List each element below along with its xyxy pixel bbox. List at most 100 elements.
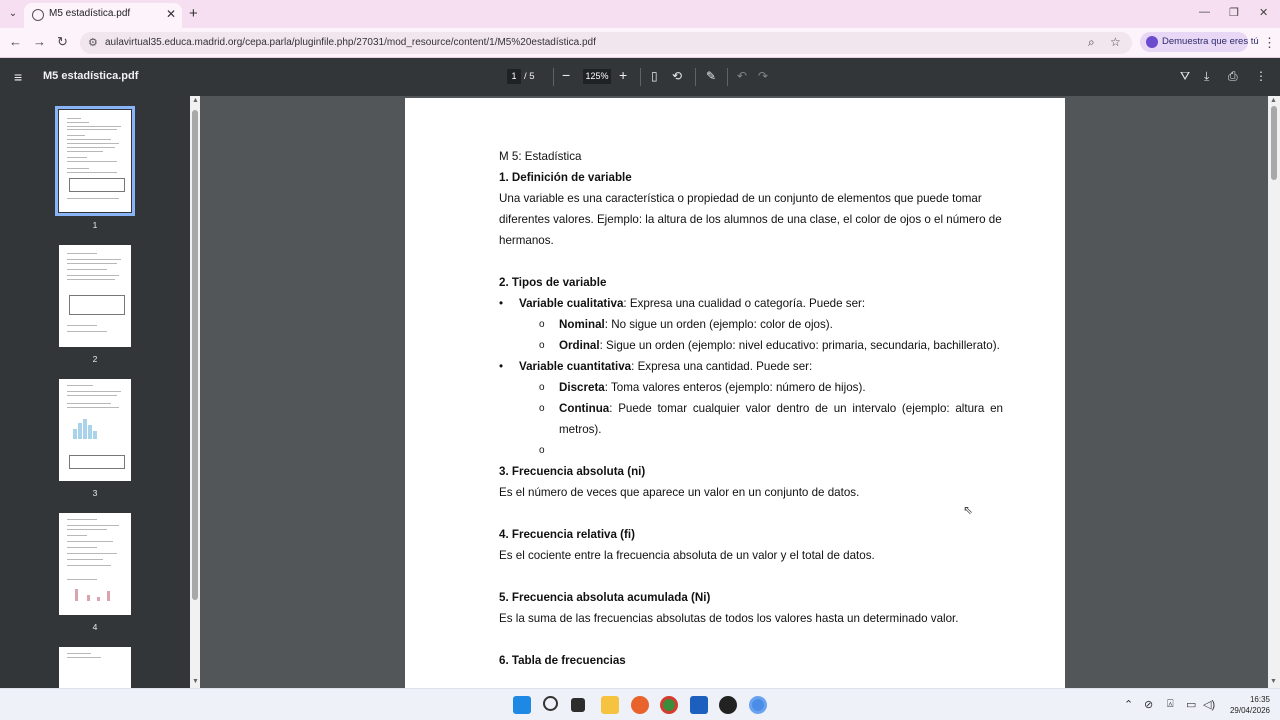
search-icon[interactable] xyxy=(543,696,558,711)
firefox-icon[interactable] xyxy=(631,696,649,714)
thumb-line xyxy=(67,198,119,199)
zoom-input[interactable]: 125% xyxy=(583,69,611,84)
microphone-icon[interactable]: ⍓ xyxy=(1167,698,1174,711)
window-close-icon[interactable]: ✕ xyxy=(1259,6,1268,19)
pdf-toolbar: ≡ M5 estadística.pdf 1 / 5 − 125% + ▯ ⟲ … xyxy=(0,58,1280,96)
display-icon[interactable]: ▭ xyxy=(1186,698,1196,711)
obs-icon[interactable] xyxy=(719,696,737,714)
thumb-line xyxy=(67,579,97,580)
address-bar[interactable]: ⚙ aulavirtual35.educa.madrid.org/cepa.pa… xyxy=(80,32,1132,54)
page-thumbnail-3[interactable] xyxy=(59,379,131,481)
sub-list-item: Discreta: Toma valores enteros (ejemplo:… xyxy=(499,377,1003,398)
thumb-line xyxy=(67,168,89,169)
more-vert-icon[interactable]: ⋮ xyxy=(1255,69,1267,83)
thumbnail-label: 3 xyxy=(92,488,98,498)
undo-icon[interactable]: ↶ xyxy=(737,69,747,83)
section-text: Una variable es una característica o pro… xyxy=(499,192,1002,247)
word-icon[interactable] xyxy=(690,696,708,714)
page-number-input[interactable]: 1 xyxy=(507,69,521,84)
star-icon[interactable]: ☆ xyxy=(1110,35,1121,49)
pdf-favicon-icon xyxy=(32,9,44,21)
sidebar-scrollbar[interactable]: ▲ ▼ xyxy=(190,96,200,688)
drive-icon[interactable]: ⛛ xyxy=(1180,69,1190,84)
hamburger-menu-icon[interactable]: ≡ xyxy=(14,69,22,85)
chrome-active-icon[interactable] xyxy=(749,696,767,714)
browser-toolbar: ← → ↻ ⚙ aulavirtual35.educa.madrid.org/c… xyxy=(0,28,1280,58)
thumb-bar xyxy=(93,431,97,439)
divider xyxy=(695,68,696,86)
zoom-out-icon[interactable]: − xyxy=(562,67,570,83)
browser-tab[interactable]: M5 estadística.pdf ✕ xyxy=(24,3,182,28)
clock-date: 29/04/2026 xyxy=(1229,706,1270,715)
minimize-icon[interactable]: — xyxy=(1199,6,1210,18)
network-icon[interactable]: ⊘ xyxy=(1144,698,1153,711)
sub-list-item: Continua: Puede tomar cualquier valor de… xyxy=(499,398,1003,440)
section-title: 4. Frecuencia relativa (fi) xyxy=(499,528,635,541)
search-icon[interactable]: ⌕ xyxy=(1088,35,1095,50)
page-thumbnail-5[interactable] xyxy=(59,647,131,688)
scroll-down-icon[interactable]: ▼ xyxy=(192,678,199,685)
page-thumbnail-1[interactable] xyxy=(55,106,135,216)
rotate-icon[interactable]: ⟲ xyxy=(672,69,682,83)
sub-list-item: Nominal: No sigue un orden (ejemplo: col… xyxy=(499,314,1003,335)
reload-icon[interactable]: ↻ xyxy=(57,34,68,50)
volume-icon[interactable]: ◁) xyxy=(1203,698,1215,711)
pdf-page: M 5: Estadística 1. Definición de variab… xyxy=(405,98,1065,698)
site-info-icon[interactable]: ⚙ xyxy=(88,36,98,49)
list-text: : Toma valores enteros (ejemplo: número … xyxy=(604,381,866,394)
divider xyxy=(553,68,554,86)
zoom-in-icon[interactable]: + xyxy=(619,67,627,83)
thumb-line xyxy=(67,139,111,140)
mouse-cursor-icon: ⇖ xyxy=(963,503,974,517)
thumbnail-label: 2 xyxy=(92,354,98,364)
download-icon[interactable]: ⤓ xyxy=(1204,69,1209,84)
thumb-line xyxy=(67,391,121,392)
file-explorer-icon[interactable] xyxy=(601,696,619,714)
thumb-line xyxy=(67,151,103,152)
more-vert-icon[interactable]: ⋮ xyxy=(1263,35,1276,51)
plus-icon[interactable]: + xyxy=(189,5,198,22)
scroll-down-icon[interactable]: ▼ xyxy=(1270,678,1277,685)
page-thumbnail-2[interactable] xyxy=(59,245,131,347)
scrollbar-thumb[interactable] xyxy=(1271,106,1277,180)
back-arrow-icon[interactable]: ← xyxy=(9,34,22,49)
thumb-line xyxy=(67,653,91,654)
document-scrollbar[interactable]: ▲ ▼ xyxy=(1268,96,1280,688)
redo-icon[interactable]: ↷ xyxy=(758,69,768,83)
restore-icon[interactable]: ❐ xyxy=(1229,6,1239,19)
url-text[interactable]: aulavirtual35.educa.madrid.org/cepa.parl… xyxy=(105,37,596,48)
list-term: Continua xyxy=(559,402,610,415)
thumb-bar xyxy=(97,597,100,601)
page-thumbnail-4[interactable] xyxy=(59,513,131,615)
scrollbar-thumb[interactable] xyxy=(192,110,198,600)
windows-start-icon[interactable] xyxy=(513,696,531,714)
chevron-down-icon[interactable]: ⌄ xyxy=(6,7,20,21)
thumb-line xyxy=(67,529,107,530)
thumb-line xyxy=(67,519,97,520)
system-clock[interactable]: 16:35 29/04/2026 xyxy=(1224,694,1270,716)
section-text: Es el cociente entre la frecuencia absol… xyxy=(499,549,875,562)
gemini-chip[interactable]: Demuestra que eres tú xyxy=(1140,32,1259,52)
thumb-line xyxy=(67,143,119,144)
thumbnail-label: 1 xyxy=(92,220,98,230)
thumb-line xyxy=(67,541,113,542)
list-text: : Expresa una cantidad. Puede ser: xyxy=(631,360,813,373)
thumb-line xyxy=(67,126,121,127)
thumb-bar xyxy=(73,429,77,439)
chrome-icon[interactable] xyxy=(660,696,678,714)
fit-page-icon[interactable]: ▯ xyxy=(651,69,658,83)
thumb-line xyxy=(67,129,117,130)
chevron-up-icon[interactable]: ⌃ xyxy=(1124,698,1133,711)
print-icon[interactable]: ⎙ xyxy=(1228,69,1238,84)
task-view-icon[interactable] xyxy=(571,698,585,712)
pen-icon[interactable]: ✎ xyxy=(706,69,716,83)
close-icon[interactable]: ✕ xyxy=(166,7,176,21)
thumb-line xyxy=(67,259,121,260)
thumb-line xyxy=(67,403,111,404)
thumb-line xyxy=(67,331,107,332)
scroll-up-icon[interactable]: ▲ xyxy=(192,97,199,104)
scroll-up-icon[interactable]: ▲ xyxy=(1270,97,1277,104)
forward-arrow-icon[interactable]: → xyxy=(33,34,46,49)
